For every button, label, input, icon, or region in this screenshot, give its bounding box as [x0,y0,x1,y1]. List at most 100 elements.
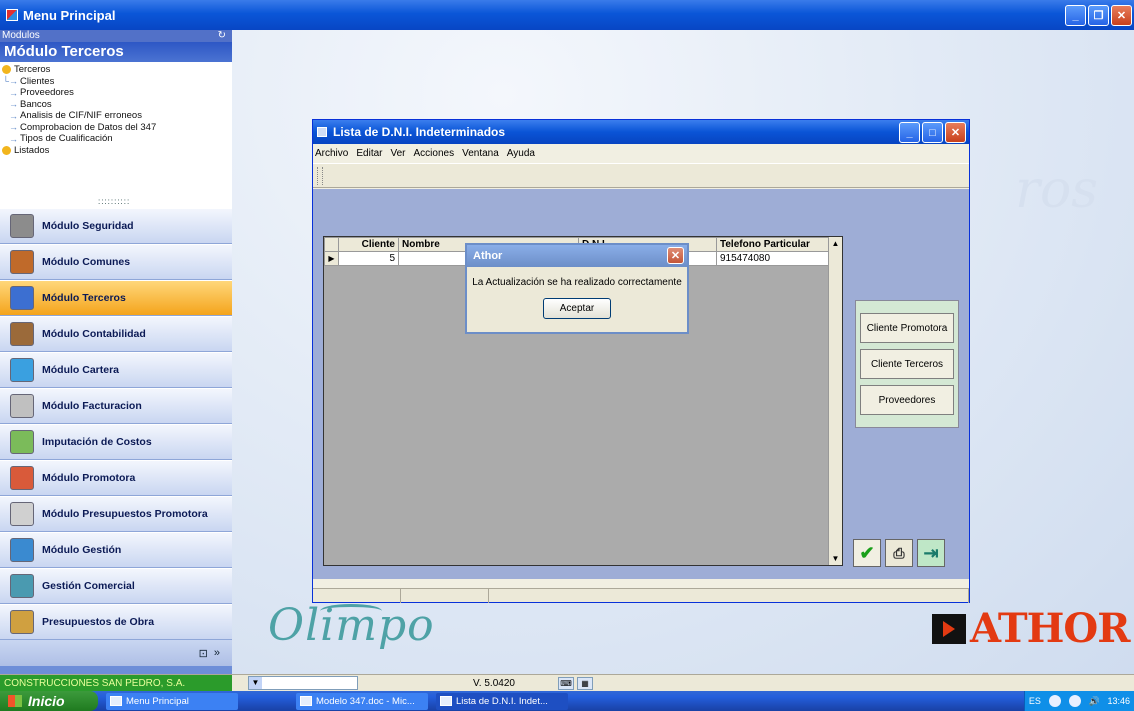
dropdown-arrow-icon[interactable]: ▼ [249,677,262,689]
cell-cliente[interactable]: 5 [338,251,399,266]
company-combo[interactable]: ▼ [248,676,358,690]
task-word-document[interactable]: Modelo 347.doc - Mic... [296,692,428,710]
company-name: CONSTRUCCIONES SAN PEDRO, S.A. [0,674,232,692]
toolbar [313,163,969,188]
menu-archivo[interactable]: Archivo [315,148,348,159]
modules-bar: Modulos ↻ [0,30,232,42]
play-icon [932,613,966,644]
dialog-titlebar: Athor ✕ [467,245,687,267]
dialog-close-button[interactable]: ✕ [667,247,684,264]
checkmark-icon[interactable]: ✔ [853,539,881,567]
scroll-down-icon[interactable]: ▼ [829,552,842,565]
olimpo-logo: Olimpo [268,600,435,651]
grid-vertical-scrollbar[interactable]: ▲ ▼ [828,237,842,565]
splitter-grip[interactable]: :::::::::: [98,197,130,206]
module-button-0[interactable]: Módulo Seguridad [0,208,232,244]
tree-item-bancos[interactable]: → Bancos [0,99,232,111]
task-menu-principal[interactable]: Menu Principal [106,692,238,710]
module-label: Presupuestos de Obra [42,616,155,628]
module-button-1[interactable]: Módulo Comunes [0,244,232,280]
invoice-icon [10,394,34,418]
module-label: Módulo Comunes [42,256,131,268]
module-button-4[interactable]: Módulo Cartera [0,352,232,388]
window-controls: _ ❐ ✕ [1065,5,1132,26]
window-title: Menu Principal [23,7,116,23]
column-header-telefono[interactable]: Telefono Particular [716,237,829,252]
menu-editar[interactable]: Editar [356,148,382,159]
cliente-terceros-button[interactable]: Cliente Terceros [860,349,954,379]
tree-item-listados[interactable]: Listados [0,145,232,157]
tree-item-clientes[interactable]: └→ Clientes [0,76,232,88]
module-button-8[interactable]: Módulo Presupuestos Promotora [0,496,232,532]
system-tray: ES 🔊 13:46 [1024,691,1134,711]
close-button[interactable]: ✕ [1111,5,1132,26]
restore-button[interactable]: ❐ [1088,5,1109,26]
info-bar: CONSTRUCCIONES SAN PEDRO, S.A. ▼ V. 5.04… [0,674,1134,692]
module-button-3[interactable]: Módulo Contabilidad [0,316,232,352]
configure-icon[interactable]: ⊡ [199,647,208,660]
confirmation-dialog: Athor ✕ La Actualización se ha realizado… [465,243,689,334]
menu-ventana[interactable]: Ventana [462,148,499,159]
leaf-connector-icon: → [9,133,18,144]
minimize-button[interactable]: _ [1065,5,1086,26]
leaf-connector-icon: → [9,122,18,133]
menu-acciones[interactable]: Acciones [414,148,455,159]
column-header-cliente[interactable]: Cliente [338,237,399,252]
toolbar-grip[interactable] [317,167,323,185]
child-minimize-button[interactable]: _ [899,122,920,143]
exit-door-icon[interactable]: ⇥ [917,539,945,567]
people-icon [10,286,34,310]
tree-item-analisis-cif[interactable]: → Analisis de CIF/NIF erroneos [0,110,232,122]
tree-item-terceros[interactable]: Terceros [0,64,232,76]
module-label: Gestión Comercial [42,580,135,592]
child-maximize-button[interactable]: □ [922,122,943,143]
module-button-2[interactable]: Módulo Terceros [0,280,232,316]
window-task-icon [440,696,452,706]
tree-item-proveedores[interactable]: → Proveedores [0,87,232,99]
clock[interactable]: 13:46 [1108,696,1131,706]
printer-icon[interactable]: ⎙ [885,539,913,567]
module-label: Módulo Presupuestos Promotora [42,508,208,520]
language-indicator[interactable]: ES [1029,696,1041,706]
more-chevron-icon[interactable]: » [214,647,220,659]
cell-telefono[interactable]: 915474080 [716,251,829,266]
menu-ayuda[interactable]: Ayuda [507,148,535,159]
module-button-9[interactable]: Módulo Gestión [0,532,232,568]
cliente-promotora-button[interactable]: Cliente Promotora [860,313,954,343]
module-button-5[interactable]: Módulo Facturacion [0,388,232,424]
messenger-icon[interactable] [1068,695,1081,707]
aceptar-button[interactable]: Aceptar [543,298,611,319]
scroll-up-icon[interactable]: ▲ [829,237,842,250]
child-window-title: Lista de D.N.I. Indeterminados [333,125,506,139]
calendar-icon[interactable]: ▦ [577,676,593,690]
module-label: Imputación de Costos [42,436,152,448]
portfolio-icon [10,358,34,382]
tree-item-tipos-cualificacion[interactable]: → Tipos de Cualificación [0,133,232,145]
dialog-title: Athor [473,250,503,262]
menu-ver[interactable]: Ver [390,148,405,159]
refresh-icon[interactable]: ↻ [218,30,226,42]
module-sidebar: Modulos ↻ Módulo Terceros Terceros └→ Cli… [0,30,232,674]
volume-icon[interactable]: 🔊 [1088,696,1099,707]
calc-icon[interactable]: ⌨ [558,676,574,690]
tree-item-comprobacion-347[interactable]: → Comprobacion de Datos del 347 [0,122,232,134]
module-header: Módulo Terceros [0,42,232,62]
action-icons: ✔ ⎙ ⇥ [853,539,945,567]
cake-icon [10,250,34,274]
child-close-button[interactable]: ✕ [945,122,966,143]
version-label: V. 5.0420 [473,677,515,689]
network-icon[interactable] [1048,695,1061,707]
side-button-panel: Cliente Promotora Cliente Terceros Prove… [855,300,959,428]
task-dni-list[interactable]: Lista de D.N.I. Indet... [436,692,568,710]
budget-icon [10,502,34,526]
module-button-11[interactable]: Presupuestos de Obra [0,604,232,640]
module-tree: Terceros └→ Clientes → Proveedores → Bancos… [0,62,232,208]
proveedores-button[interactable]: Proveedores [860,385,954,415]
folder-node-icon [2,65,11,75]
module-button-6[interactable]: Imputación de Costos [0,424,232,460]
workspace: ros Lista de D.N.I. Indeterminados _ □ ✕… [232,30,1134,674]
gauge-icon [10,538,34,562]
module-button-10[interactable]: Gestión Comercial [0,568,232,604]
module-button-7[interactable]: Módulo Promotora [0,460,232,496]
start-button[interactable]: Inicio [0,691,98,711]
